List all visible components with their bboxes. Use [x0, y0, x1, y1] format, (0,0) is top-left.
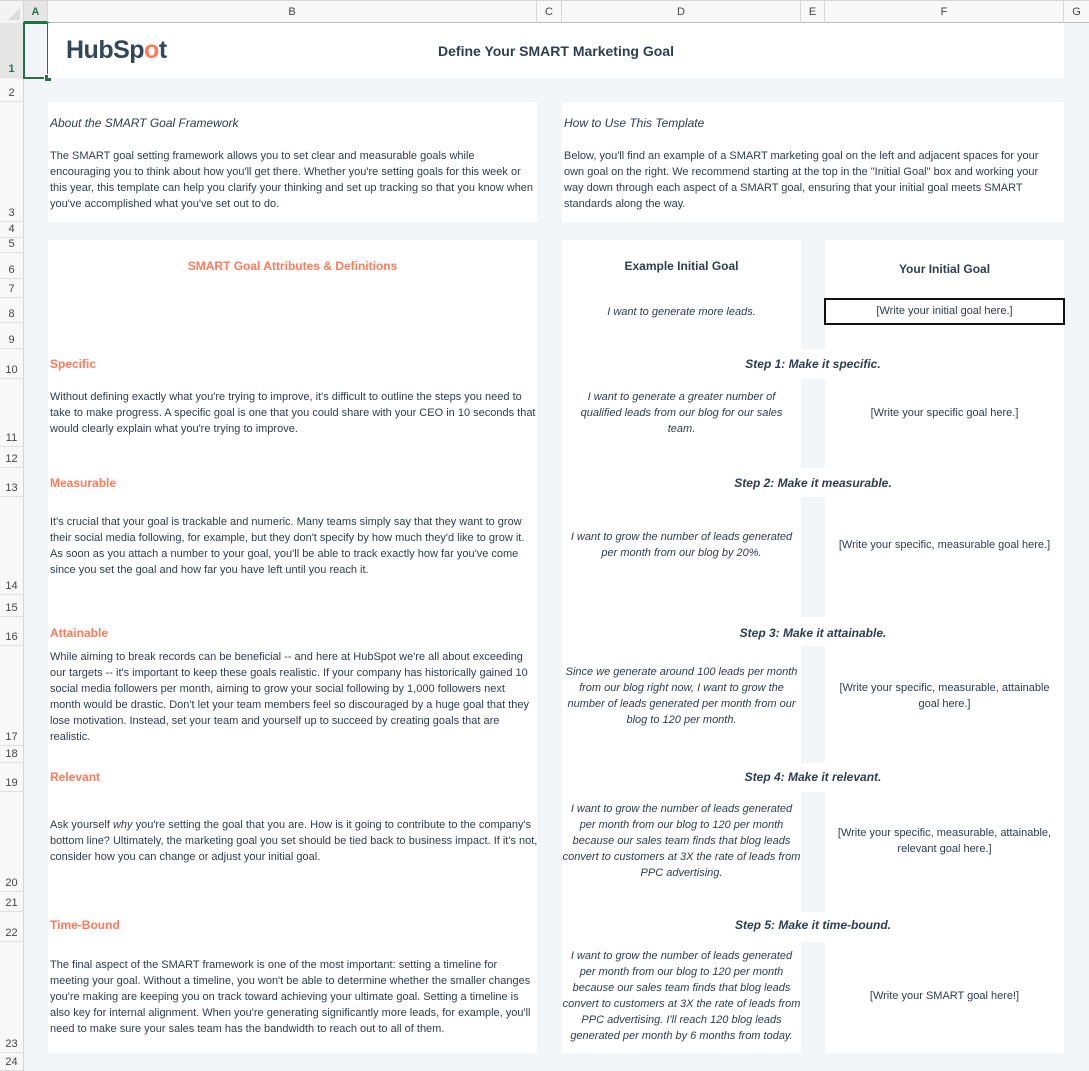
step-1-your-cell[interactable] — [825, 379, 1064, 468]
step-1-label: Step 1: Make it specific. — [745, 357, 881, 371]
row-header[interactable]: 5 — [0, 238, 23, 253]
column-header-d[interactable]: D — [562, 1, 801, 23]
step-2-your-goal-input[interactable]: [Write your specific, measurable goal he… — [825, 537, 1064, 553]
row-header[interactable]: 18 — [0, 746, 23, 763]
definition-body-attainable: While aiming to break records can be ben… — [50, 651, 530, 743]
example-initial-goal: I want to generate more leads. — [607, 306, 756, 318]
row-header[interactable]: 17 — [0, 646, 23, 746]
step-2-label: Step 2: Make it measurable. — [734, 476, 892, 490]
step-2-your-cell[interactable] — [825, 497, 1064, 617]
column-header-b[interactable]: B — [48, 1, 537, 23]
your-initial-goal-heading: Your Initial Goal — [898, 262, 991, 276]
column-header-f[interactable]: F — [825, 1, 1064, 23]
example-goal-panel[interactable] — [562, 240, 801, 349]
row-header[interactable]: 14 — [0, 497, 23, 595]
row-header[interactable]: 24 — [0, 1053, 23, 1071]
definition-title-relevant: Relevant — [50, 770, 101, 784]
column-header-g[interactable]: G — [1064, 1, 1089, 23]
step-3-your-goal-input[interactable]: [Write your specific, measurable, attain… — [830, 680, 1059, 712]
row-header[interactable]: 19 — [0, 763, 23, 792]
row-header[interactable]: 2 — [0, 78, 23, 102]
step-3-label: Step 3: Make it attainable. — [739, 626, 887, 640]
your-goal-panel[interactable] — [825, 240, 1064, 349]
column-header-e[interactable]: E — [801, 1, 825, 23]
definition-title-attainable: Attainable — [50, 626, 109, 640]
step-4-your-goal-input[interactable]: [Write your specific, measurable, attain… — [830, 825, 1059, 857]
step-5-example: I want to grow the number of leads gener… — [562, 950, 801, 1042]
step-1-your-goal-input[interactable]: [Write your specific goal here.] — [830, 405, 1059, 421]
definition-title-time-bound: Time-Bound — [50, 918, 120, 932]
row-header[interactable]: 22 — [0, 912, 23, 942]
row-header[interactable]: 15 — [0, 595, 23, 617]
step-5-your-goal-input[interactable]: [Write your SMART goal here!] — [825, 988, 1064, 1004]
row-header[interactable]: 16 — [0, 617, 23, 646]
about-body: The SMART goal setting framework allows … — [50, 150, 534, 210]
example-initial-goal-heading: Example Initial Goal — [624, 259, 739, 273]
step-2-example: I want to grow the number of leads gener… — [570, 531, 793, 559]
row-header[interactable]: 13 — [0, 468, 23, 497]
row-header[interactable]: 6 — [0, 253, 23, 279]
your-initial-goal-input[interactable]: [Write your initial goal here.] — [824, 298, 1065, 325]
definition-body-measurable: It's crucial that your goal is trackable… — [50, 516, 525, 576]
definition-body-time-bound: The final aspect of the SMART framework … — [50, 959, 531, 1035]
row-header[interactable]: 23 — [0, 942, 23, 1053]
howto-body: Below, you'll find an example of a SMART… — [564, 150, 1039, 210]
column-header-c[interactable]: C — [537, 1, 562, 23]
step-1-example: I want to generate a greater number of q… — [580, 391, 783, 435]
select-all-corner[interactable] — [0, 1, 24, 23]
definition-title-specific: Specific — [50, 357, 97, 371]
row-header[interactable]: 7 — [0, 279, 23, 298]
row-header[interactable]: 3 — [0, 102, 23, 222]
row-header[interactable]: 12 — [0, 447, 23, 468]
step-4-label: Step 4: Make it relevant. — [744, 770, 882, 784]
step-5-label: Step 5: Make it time-bound. — [734, 918, 891, 932]
row-header[interactable]: 8 — [0, 298, 23, 323]
howto-heading: How to Use This Template — [564, 116, 705, 130]
definition-body-relevant: Ask yourself why you're setting the goal… — [50, 819, 538, 863]
definitions-panel[interactable] — [48, 240, 537, 1053]
step-3-example: Since we generate around 100 leads per m… — [565, 666, 798, 726]
row-header[interactable]: 21 — [0, 892, 23, 912]
step-4-example: I want to grow the number of leads gener… — [562, 803, 801, 879]
column-header-bar: A B C D E F G — [0, 0, 1089, 23]
row-header[interactable]: 20 — [0, 792, 23, 892]
column-header-a[interactable]: A — [24, 1, 48, 23]
row-header[interactable]: 11 — [0, 379, 23, 447]
about-heading: About the SMART Goal Framework — [50, 116, 239, 130]
definition-body-specific: Without defining exactly what you're try… — [50, 391, 536, 435]
row-header[interactable]: 9 — [0, 323, 23, 349]
definitions-heading: SMART Goal Attributes & Definitions — [187, 259, 398, 273]
row-header[interactable]: 4 — [0, 222, 23, 238]
row-header-bar: 1 2 3 4 5 6 7 8 9 10 11 12 13 14 15 16 1… — [0, 23, 24, 1071]
row-header[interactable]: 10 — [0, 349, 23, 379]
page-title: Define Your SMART Marketing Goal — [438, 43, 674, 59]
definition-title-measurable: Measurable — [50, 476, 117, 490]
